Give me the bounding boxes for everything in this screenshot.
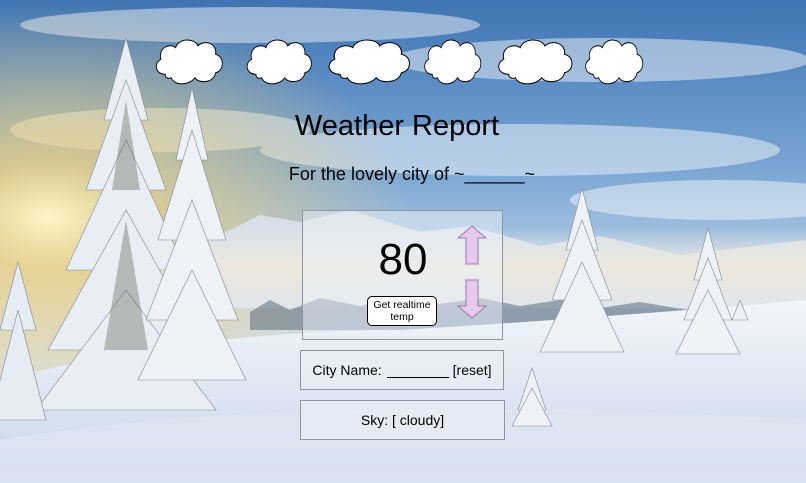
reset-button[interactable]: [reset] xyxy=(453,362,492,378)
cloud-icon xyxy=(494,36,576,86)
temperature-panel: 80 Get realtime temp xyxy=(302,210,503,340)
app-window: Weather Report For the lovely city of ~_… xyxy=(0,0,806,483)
sky-selector[interactable]: Sky: [ cloudy] xyxy=(361,412,444,428)
increase-temp-arrow-icon[interactable] xyxy=(457,225,487,265)
sky-panel: Sky: [ cloudy] xyxy=(300,400,505,440)
cloud-icon xyxy=(421,36,484,86)
city-subtitle: For the lovely city of ~______~ xyxy=(288,164,536,184)
cloud-icon xyxy=(152,36,226,86)
page-title: Weather Report xyxy=(294,110,500,142)
cloud-icon xyxy=(243,36,315,86)
city-name-label: City Name: xyxy=(312,362,382,378)
decrease-temp-arrow-icon[interactable] xyxy=(457,279,487,319)
city-name-panel: City Name: [reset] xyxy=(300,350,504,390)
get-realtime-temp-button[interactable]: Get realtime temp xyxy=(367,296,437,326)
cloud-icon xyxy=(582,36,646,86)
city-name-input[interactable] xyxy=(386,363,449,378)
cloud-icon xyxy=(324,36,414,86)
